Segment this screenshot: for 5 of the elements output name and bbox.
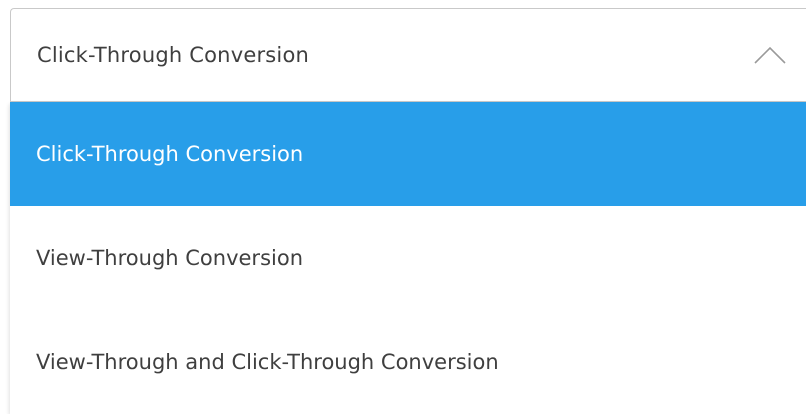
dropdown-option[interactable]: View-Through Conversion [10,206,806,310]
dropdown-option[interactable]: View-Through and Click-Through Conversion [10,310,806,414]
selected-value: Click-Through Conversion [37,43,310,67]
chevron-up-icon [754,46,786,64]
dropdown-field[interactable]: Click-Through Conversion [10,8,806,102]
